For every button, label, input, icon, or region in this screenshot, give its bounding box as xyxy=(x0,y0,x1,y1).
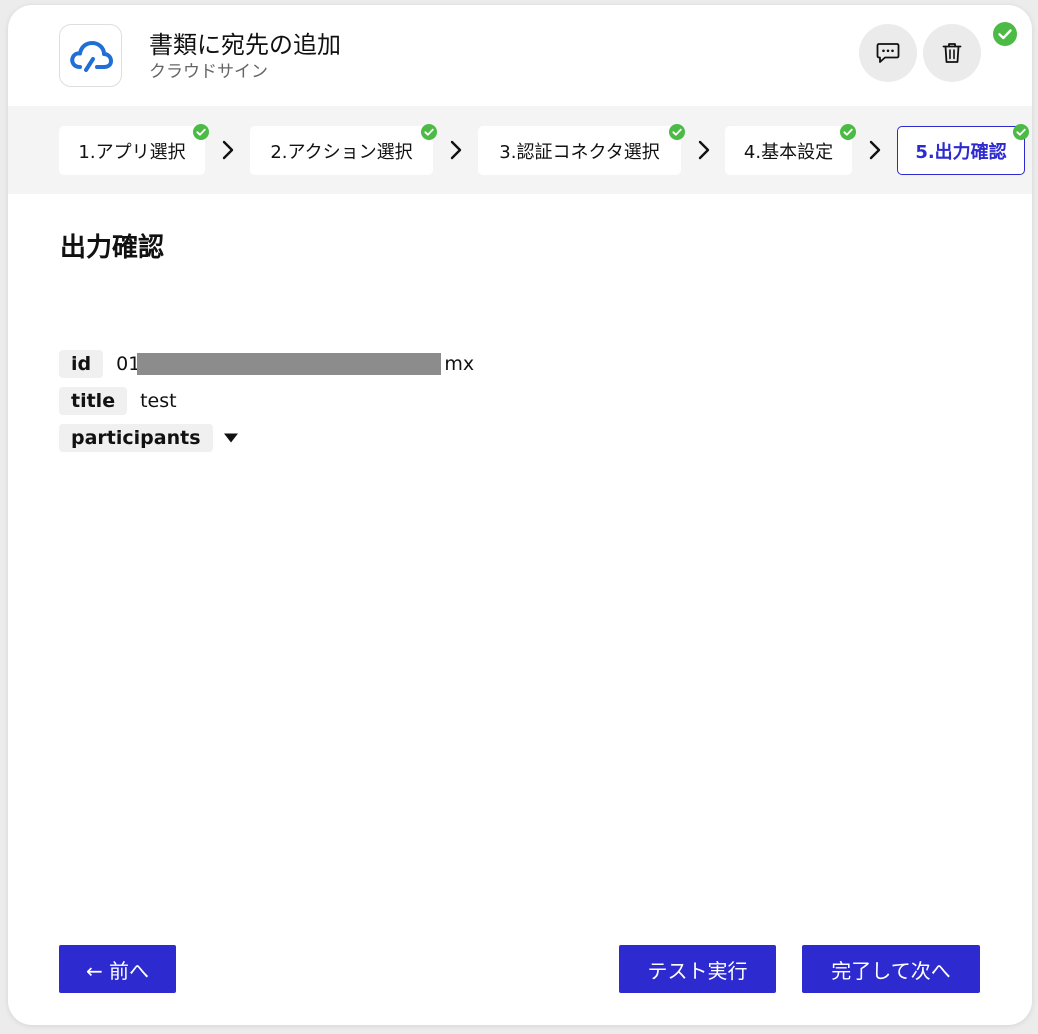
panel-header: 書類に宛先の追加 クラウドサイン xyxy=(8,5,1032,106)
step-navigation: 1.アプリ選択 2.アクション選択 3.認証コネクタ選択 4.基本設定 5.出力… xyxy=(8,106,1032,194)
field-key: id xyxy=(59,350,104,378)
section-title: 出力確認 xyxy=(60,233,165,263)
chevron-right-icon xyxy=(869,140,881,160)
field-key: participants xyxy=(59,424,213,452)
test-run-button[interactable]: テスト実行 xyxy=(619,945,776,993)
comment-button[interactable] xyxy=(859,24,917,82)
output-field-title: title test xyxy=(59,387,177,415)
action-panel: 書類に宛先の追加 クラウドサイン 1.アプリ選択 2.アクション選択 3.認証コ… xyxy=(8,5,1032,1025)
cloudsign-logo-icon xyxy=(69,40,113,72)
field-value: 01 mx xyxy=(116,353,474,375)
output-field-participants[interactable]: participants xyxy=(59,424,239,452)
chevron-right-icon xyxy=(450,140,462,160)
app-name: クラウドサイン xyxy=(149,62,268,82)
step-auth-connector-select[interactable]: 3.認証コネクタ選択 xyxy=(478,124,685,175)
step-done-icon xyxy=(421,124,437,140)
previous-button[interactable]: ← 前へ xyxy=(59,945,176,993)
step-label: 2.アクション選択 xyxy=(270,141,413,163)
action-title: 書類に宛先の追加 xyxy=(149,31,341,59)
caret-down-icon[interactable] xyxy=(223,432,239,444)
chevron-right-icon xyxy=(222,140,234,160)
step-done-icon xyxy=(193,124,209,140)
output-field-id: id 01 mx xyxy=(59,350,474,378)
comment-icon xyxy=(876,43,900,63)
field-value: test xyxy=(140,390,177,412)
step-label: 3.認証コネクタ選択 xyxy=(499,141,660,163)
step-done-icon xyxy=(1013,124,1029,140)
redaction-block xyxy=(137,353,442,375)
field-key: title xyxy=(59,387,128,415)
step-done-icon xyxy=(669,124,685,140)
check-circle-icon xyxy=(993,22,1017,46)
step-label: 5.出力確認 xyxy=(915,141,1007,163)
app-logo xyxy=(59,24,122,87)
delete-button[interactable] xyxy=(923,24,981,82)
chevron-right-icon xyxy=(698,140,710,160)
step-action-select[interactable]: 2.アクション選択 xyxy=(250,124,437,175)
step-app-select[interactable]: 1.アプリ選択 xyxy=(59,124,209,175)
step-label: 1.アプリ選択 xyxy=(78,141,186,163)
step-output-check[interactable]: 5.出力確認 xyxy=(897,124,1029,175)
complete-next-button[interactable]: 完了して次へ xyxy=(802,945,980,993)
step-label: 4.基本設定 xyxy=(743,141,834,163)
trash-icon xyxy=(942,43,962,63)
step-basic-settings[interactable]: 4.基本設定 xyxy=(725,124,856,175)
field-value-suffix: mx xyxy=(444,353,475,375)
step-done-icon xyxy=(840,124,856,140)
